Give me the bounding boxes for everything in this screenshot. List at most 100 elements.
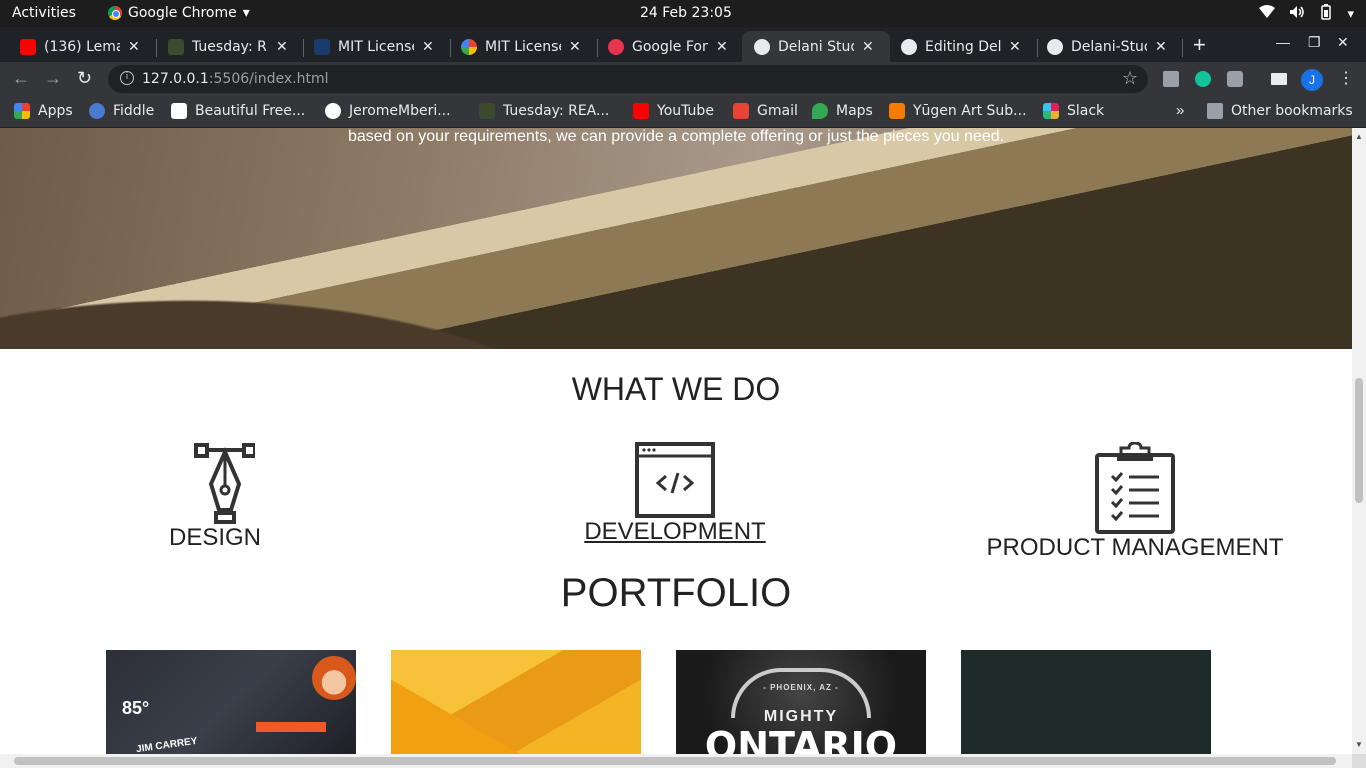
clock[interactable]: 24 Feb 23:05 <box>640 5 732 21</box>
extension-icon[interactable] <box>1163 71 1179 87</box>
tab-4[interactable]: Google Fonts ✕ <box>608 31 738 62</box>
cloud-icon <box>89 103 105 119</box>
pen-tool-icon <box>194 443 255 524</box>
back-icon[interactable]: ← <box>12 68 30 89</box>
tab-title: Tuesday: REA <box>192 38 268 55</box>
menu-icon[interactable]: ⋮ <box>1338 68 1354 88</box>
vertical-scrollbar[interactable]: ▲ ▼ <box>1352 128 1366 754</box>
bookmark-star-icon[interactable]: ☆ <box>1122 68 1138 89</box>
tab-title: Google Fonts <box>632 38 708 55</box>
activities-button[interactable]: Activities <box>12 5 76 21</box>
folder-icon <box>1207 103 1223 119</box>
bookmark-tuesday[interactable]: Tuesday: REA... <box>479 103 609 119</box>
portfolio-item-3[interactable]: - PHOENIX, AZ - MIGHTY ONTARIO <box>676 650 926 754</box>
bookmark-apps[interactable]: Apps <box>14 103 73 119</box>
bookmark-gmail[interactable]: Gmail <box>733 103 798 119</box>
media-queue-icon[interactable] <box>1271 73 1287 85</box>
unsplash-icon <box>171 103 187 119</box>
reload-icon[interactable]: ↻ <box>77 68 92 89</box>
minimize-button[interactable]: — <box>1276 34 1290 50</box>
caret-down-icon: ▾ <box>242 5 250 21</box>
close-window-button[interactable]: ✕ <box>1337 34 1349 51</box>
bookmarks-overflow-button[interactable]: » <box>1176 102 1184 119</box>
chrome-icon <box>108 6 122 20</box>
apps-grid-icon <box>14 103 30 119</box>
tab-strip: (136) Lemaitre ✕ Tuesday: REA ✕ MIT Lice… <box>0 27 1366 62</box>
profile-avatar[interactable]: J <box>1301 69 1323 91</box>
hero-background-image: based on your requirements, we can provi… <box>0 128 1352 349</box>
service-development[interactable]: DEVELOPMENT <box>560 442 790 546</box>
ui-element <box>256 722 326 732</box>
bookmark-unsplash[interactable]: Beautiful Free... <box>171 103 305 119</box>
globe-icon <box>754 38 770 55</box>
forward-icon[interactable]: → <box>44 68 62 89</box>
tab-1[interactable]: Tuesday: REA ✕ <box>168 31 298 62</box>
close-icon[interactable]: ✕ <box>569 39 581 55</box>
slack-icon <box>1043 103 1059 119</box>
other-bookmarks-folder[interactable]: Other bookmarks <box>1207 103 1353 119</box>
tab-7[interactable]: Delani-Studio ✕ <box>1047 31 1181 62</box>
bookmark-youtube[interactable]: YouTube <box>633 103 714 119</box>
bookmark-yugen[interactable]: Yūgen Art Sub... <box>889 103 1027 119</box>
leaf-icon <box>168 38 184 55</box>
tab-title: Delani-Studio <box>1071 38 1147 55</box>
merida-avatar-image <box>312 656 356 700</box>
bookmark-fiddle[interactable]: Fiddle <box>89 103 154 119</box>
system-tray[interactable]: ▾ <box>1259 4 1354 24</box>
google-icon <box>461 38 477 55</box>
close-icon[interactable]: ✕ <box>1155 39 1167 55</box>
restore-button[interactable]: ❐ <box>1308 34 1321 51</box>
grammarly-icon[interactable] <box>1195 71 1211 87</box>
service-label-link[interactable]: DEVELOPMENT <box>560 518 790 546</box>
scroll-up-icon[interactable]: ▲ <box>1355 132 1363 141</box>
portfolio-item-4[interactable] <box>961 650 1211 754</box>
bookmark-maps[interactable]: Maps <box>812 103 873 119</box>
what-we-do-heading: WHAT WE DO <box>571 371 781 407</box>
info-icon[interactable]: i <box>120 71 134 85</box>
horizontal-scroll-thumb[interactable] <box>14 757 1336 765</box>
tab-2[interactable]: MIT License ✕ <box>314 31 444 62</box>
vertical-scroll-thumb[interactable] <box>1355 378 1363 503</box>
new-tab-button[interactable]: + <box>1193 32 1206 58</box>
portfolio-item-1[interactable]: 85° JIM CARREY <box>106 650 356 754</box>
app-name: Google Chrome <box>128 5 237 21</box>
address-bar[interactable]: i 127.0.0.1:5506/index.html ☆ <box>108 65 1148 93</box>
bookmark-slack[interactable]: Slack <box>1043 103 1104 119</box>
portfolio-heading: PORTFOLIO <box>560 571 792 615</box>
tab-5-active[interactable]: Delani Studio ✕ <box>742 31 890 62</box>
card-name: JIM CARREY <box>135 735 199 754</box>
close-icon[interactable]: ✕ <box>862 39 874 55</box>
leaf-icon <box>479 103 495 119</box>
caret-down-icon: ▾ <box>1347 6 1354 22</box>
tab-6[interactable]: Editing Delani ✕ <box>901 31 1031 62</box>
close-icon[interactable]: ✕ <box>276 39 288 55</box>
close-icon[interactable]: ✕ <box>128 39 140 55</box>
close-icon[interactable]: ✕ <box>1009 39 1021 55</box>
github-icon <box>901 38 917 55</box>
weather-temperature: 85° <box>122 698 150 718</box>
wifi-icon <box>1259 5 1276 23</box>
service-design: DESIGN <box>155 442 275 552</box>
close-icon[interactable]: ✕ <box>716 39 728 55</box>
youtube-icon <box>20 38 36 55</box>
camera-icon[interactable] <box>1227 71 1243 87</box>
tab-title: MIT License <box>338 38 414 55</box>
service-label: PRODUCT MANAGEMENT <box>986 534 1284 561</box>
app-menu[interactable]: Google Chrome ▾ <box>108 5 250 21</box>
url-text[interactable]: 127.0.0.1:5506/index.html <box>142 71 329 87</box>
os-top-bar: Activities Google Chrome ▾ 24 Feb 23:05 … <box>0 0 1366 27</box>
code-window-icon <box>635 442 715 518</box>
tab-title: (136) Lemaitre <box>44 38 120 55</box>
browser-toolbar: ← → ↻ i 127.0.0.1:5506/index.html ☆ J ⋮ <box>0 62 1366 96</box>
bookmark-github[interactable]: JeromeMberi... <box>325 103 451 119</box>
gmail-icon <box>733 103 749 119</box>
page-viewport: based on your requirements, we can provi… <box>0 128 1352 754</box>
horizontal-scrollbar[interactable] <box>0 754 1352 768</box>
fonts-icon <box>608 38 624 55</box>
logo-city: - PHOENIX, AZ - <box>763 683 839 692</box>
close-icon[interactable]: ✕ <box>422 39 434 55</box>
portfolio-item-2[interactable] <box>391 650 641 754</box>
scroll-down-icon[interactable]: ▼ <box>1355 740 1363 749</box>
tab-0[interactable]: (136) Lemaitre ✕ <box>20 31 150 62</box>
tab-3[interactable]: MIT License ✕ <box>461 31 591 62</box>
